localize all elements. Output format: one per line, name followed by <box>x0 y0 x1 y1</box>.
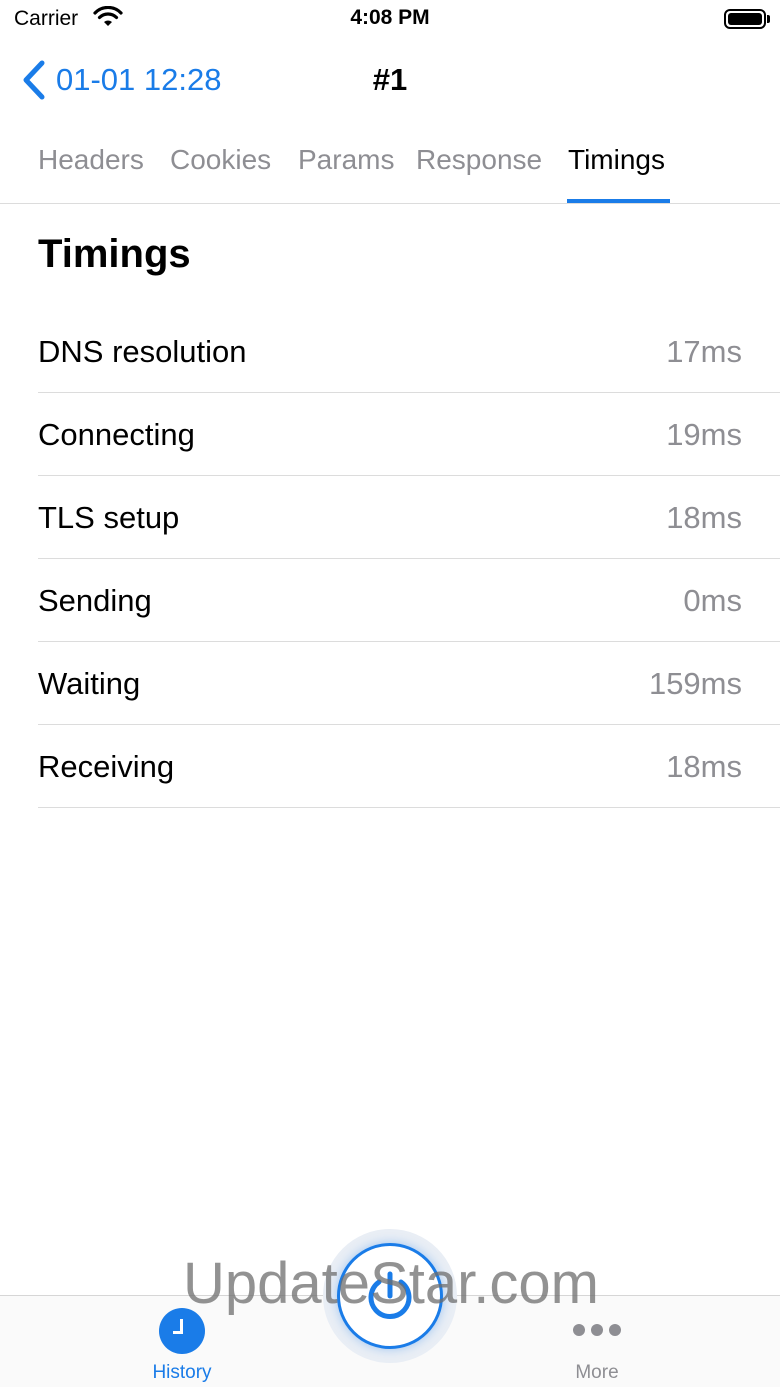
timing-label: Receiving <box>38 749 175 784</box>
timing-row-connecting: Connecting 19ms <box>38 393 780 476</box>
more-dots-icon <box>573 1324 621 1336</box>
active-tab-indicator <box>567 199 670 203</box>
timing-label: TLS setup <box>38 500 180 535</box>
capture-toggle-button[interactable] <box>337 1243 443 1349</box>
tabbar-more-label: More <box>575 1362 619 1383</box>
timing-row-sending: Sending 0ms <box>38 559 780 642</box>
tab-timings[interactable]: Timings <box>568 144 665 176</box>
battery-icon <box>724 9 766 29</box>
timing-value: 18ms <box>666 500 742 535</box>
timing-label: Connecting <box>38 417 195 452</box>
timing-row-waiting: Waiting 159ms <box>38 642 780 725</box>
tab-response[interactable]: Response <box>416 144 542 176</box>
timing-value: 0ms <box>683 583 742 618</box>
timing-list: DNS resolution 17ms Connecting 19ms TLS … <box>38 310 780 808</box>
tab-strip: Headers Cookies Params Response Timings <box>0 130 780 204</box>
clock-icon <box>159 1308 205 1354</box>
timing-row-dns: DNS resolution 17ms <box>38 310 780 393</box>
section-title: Timings <box>38 232 191 276</box>
battery-tip <box>767 15 770 23</box>
timing-row-tls: TLS setup 18ms <box>38 476 780 559</box>
timing-value: 19ms <box>666 417 742 452</box>
timing-value: 17ms <box>666 334 742 369</box>
timing-row-receiving: Receiving 18ms <box>38 725 780 808</box>
timing-label: DNS resolution <box>38 334 247 369</box>
tab-params[interactable]: Params <box>298 144 394 176</box>
chevron-left-icon <box>23 60 45 100</box>
tab-headers[interactable]: Headers <box>38 144 144 176</box>
tabbar-more[interactable]: More <box>497 1296 697 1387</box>
back-button[interactable]: 01-01 12:28 <box>20 56 221 104</box>
tab-cookies[interactable]: Cookies <box>170 144 271 176</box>
timing-value: 18ms <box>666 749 742 784</box>
power-icon <box>368 1271 412 1319</box>
back-label: 01-01 12:28 <box>56 62 222 97</box>
timing-value: 159ms <box>648 666 742 701</box>
status-time: 4:08 PM <box>350 6 430 29</box>
tabbar-history-label: History <box>152 1362 212 1383</box>
status-bar: Carrier 4:08 PM <box>0 0 780 40</box>
timing-label: Waiting <box>38 666 141 701</box>
navigation-bar: 01-01 12:28 #1 <box>0 50 780 110</box>
timing-label: Sending <box>38 583 152 618</box>
tabbar-history[interactable]: History <box>82 1296 282 1387</box>
